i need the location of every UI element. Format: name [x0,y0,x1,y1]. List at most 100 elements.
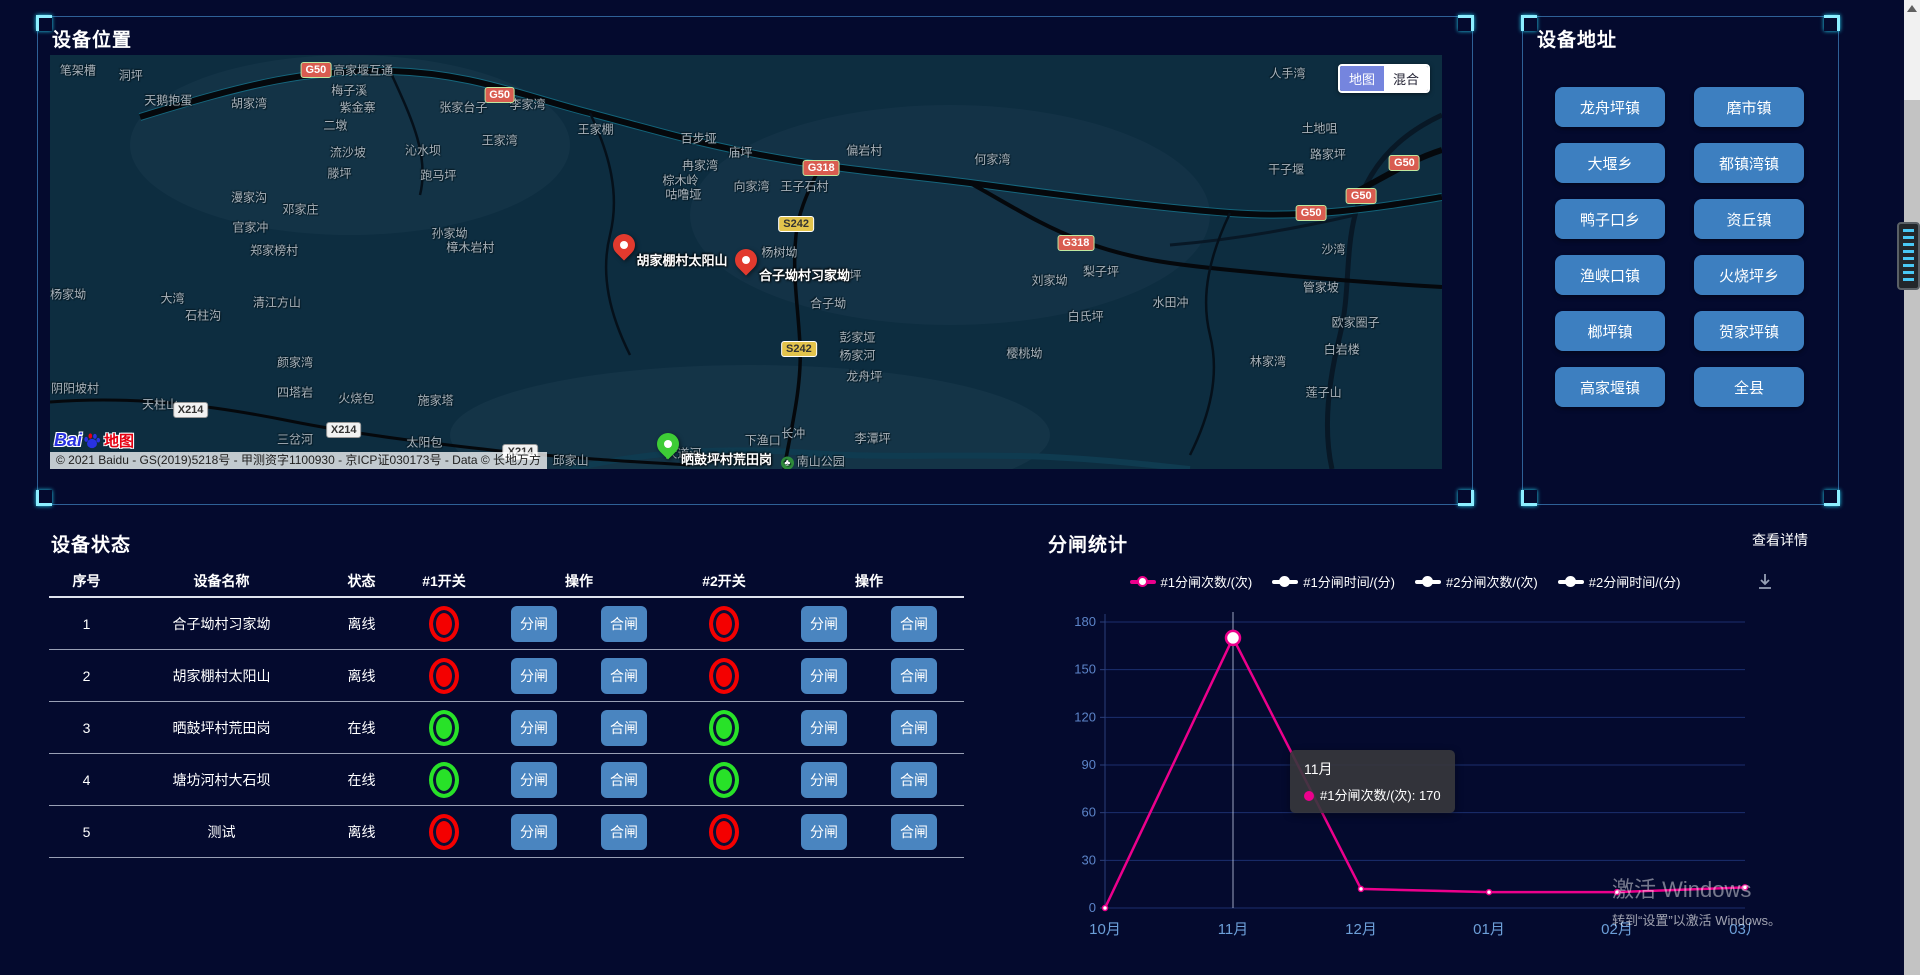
corner-bracket [36,490,52,506]
cell-device-name: 测试 [124,822,319,842]
tooltip-text: #1分闸次数/(次): 170 [1320,788,1441,803]
map-place-label: 人手湾 [1269,64,1305,81]
table-row: 4 塘坊河村大石坝 在线 分闸 合闸 分闸 合闸 [49,754,964,806]
table-row: 2 胡家棚村太阳山 离线 分闸 合闸 分闸 合闸 [49,650,964,702]
legend-item[interactable]: #1分闸次数/(次) [1130,572,1253,591]
address-town-button[interactable]: 大堰乡 [1555,143,1665,183]
map-attribution: © 2021 Baidu - GS(2019)5218号 - 甲测资字11009… [50,452,547,469]
legend-item[interactable]: #1分闸时间/(分) [1272,572,1395,591]
cell-operation2: 分闸 合闸 [774,762,964,798]
switch1-indicator [429,658,459,694]
close-button-2[interactable]: 合闸 [891,814,937,850]
trip-button-2[interactable]: 分闸 [801,762,847,798]
corner-bracket [1521,15,1537,31]
map-place-label: 沁水坝 [405,141,441,158]
trip-button-1[interactable]: 分闸 [511,658,557,694]
corner-bracket [1824,15,1840,31]
baidu-logo[interactable]: Bai 地图 [54,430,134,451]
svg-text:01月: 01月 [1473,921,1505,938]
map-place-label: 高家堰互通 [333,61,393,78]
map-place-label: 樟木岩村 [446,239,494,256]
map-type-toggle: 地图 混合 [1338,64,1430,93]
trip-button-1[interactable]: 分闸 [511,762,557,798]
address-town-button[interactable]: 贺家坪镇 [1694,311,1804,351]
address-town-button[interactable]: 资丘镇 [1694,199,1804,239]
legend-item[interactable]: #2分闸次数/(次) [1415,572,1538,591]
map-place-label: 龙舟坪 [846,367,882,384]
close-button-2[interactable]: 合闸 [891,606,937,642]
svg-text:180: 180 [1074,614,1096,629]
page-scrollbar[interactable] [1904,0,1920,975]
cell-switch2 [674,814,774,850]
address-town-button[interactable]: 鸭子口乡 [1555,199,1665,239]
switch2-indicator [709,762,739,798]
trip-button-2[interactable]: 分闸 [801,658,847,694]
chart-tooltip: 11月 #1分闸次数/(次): 170 [1290,750,1455,813]
cell-device-name: 合子坳村习家坳 [124,614,319,634]
road-badge: S242 [778,216,814,232]
trip-button-2[interactable]: 分闸 [801,814,847,850]
legend-item[interactable]: #2分闸时间/(分) [1558,572,1681,591]
trip-button-1[interactable]: 分闸 [511,710,557,746]
address-town-button[interactable]: 磨市镇 [1694,87,1804,127]
close-button-2[interactable]: 合闸 [891,762,937,798]
view-details-link[interactable]: 查看详情 [1752,530,1808,550]
close-button-2[interactable]: 合闸 [891,710,937,746]
map-place-label: 王家湾 [482,131,518,148]
address-town-button[interactable]: 龙舟坪镇 [1555,87,1665,127]
map-place-label: 水田冲 [1153,294,1189,311]
address-town-button[interactable]: 渔峡口镇 [1555,255,1665,295]
map-place-label: 四塔岩 [277,383,313,400]
map-place-label: 李潭坪 [855,429,891,446]
cell-no: 1 [49,616,124,632]
baidu-paw-icon [82,431,102,451]
svg-text:0: 0 [1089,900,1096,915]
cell-no: 5 [49,824,124,840]
trip-chart: 030609012015018010月11月12月01月02月03月 11月 #… [1060,604,1750,944]
baidu-map[interactable]: 笔架槽洞坪天鹅抱蛋胡家湾高家堰互通梅子溪紫金寨二墩流沙坡沁水坝跑马坪张家台子王家… [50,55,1442,469]
cell-switch1 [404,658,484,694]
address-town-button[interactable]: 高家堰镇 [1555,367,1665,407]
svg-text:12月: 12月 [1345,921,1377,938]
close-button-1[interactable]: 合闸 [601,762,647,798]
status-section-title: 设备状态 [51,530,131,557]
svg-text:60: 60 [1082,805,1096,820]
map-place-label: 庙坪 [728,143,752,160]
map-marker-label: 晒鼓坪村荒田岗 [681,449,772,468]
map-place-label: 邓家庄 [283,201,319,218]
map-place-label: 咕噜垭 [665,186,701,203]
cell-status: 在线 [319,770,404,790]
scrollbar-track-top[interactable] [1904,0,1920,100]
header-status: 状态 [319,571,404,591]
trip-button-1[interactable]: 分闸 [511,606,557,642]
close-button-1[interactable]: 合闸 [601,658,647,694]
address-town-button[interactable]: 都镇湾镇 [1694,143,1804,183]
scroll-up-icon[interactable] [1907,5,1917,12]
map-place-label: 向家湾 [734,177,770,194]
trip-button-1[interactable]: 分闸 [511,814,557,850]
map-place-label: 王家棚 [578,121,614,138]
close-button-2[interactable]: 合闸 [891,658,937,694]
address-button-grid: 龙舟坪镇磨市镇大堰乡都镇湾镇鸭子口乡资丘镇渔峡口镇火烧坪乡榔坪镇贺家坪镇高家堰镇… [1555,87,1805,407]
close-button-1[interactable]: 合闸 [601,606,647,642]
switch2-indicator [709,606,739,642]
download-icon[interactable] [1756,572,1774,590]
corner-bracket [1521,490,1537,506]
map-type-hybrid-button[interactable]: 混合 [1384,66,1428,91]
address-town-button[interactable]: 榔坪镇 [1555,311,1665,351]
cell-status: 离线 [319,666,404,686]
map-place-label: 白岩楼 [1324,340,1360,357]
switch2-indicator [709,710,739,746]
cell-switch1 [404,710,484,746]
address-town-button[interactable]: 全县 [1694,367,1804,407]
map-panel-title: 设备位置 [52,25,132,52]
map-place-label: 漫家沟 [231,189,267,206]
trip-button-2[interactable]: 分闸 [801,710,847,746]
map-type-map-button[interactable]: 地图 [1340,66,1384,91]
close-button-1[interactable]: 合闸 [601,710,647,746]
address-town-button[interactable]: 火烧坪乡 [1694,255,1804,295]
scrollbar-indicator-widget[interactable] [1897,222,1920,290]
cell-switch2 [674,606,774,642]
trip-button-2[interactable]: 分闸 [801,606,847,642]
close-button-1[interactable]: 合闸 [601,814,647,850]
